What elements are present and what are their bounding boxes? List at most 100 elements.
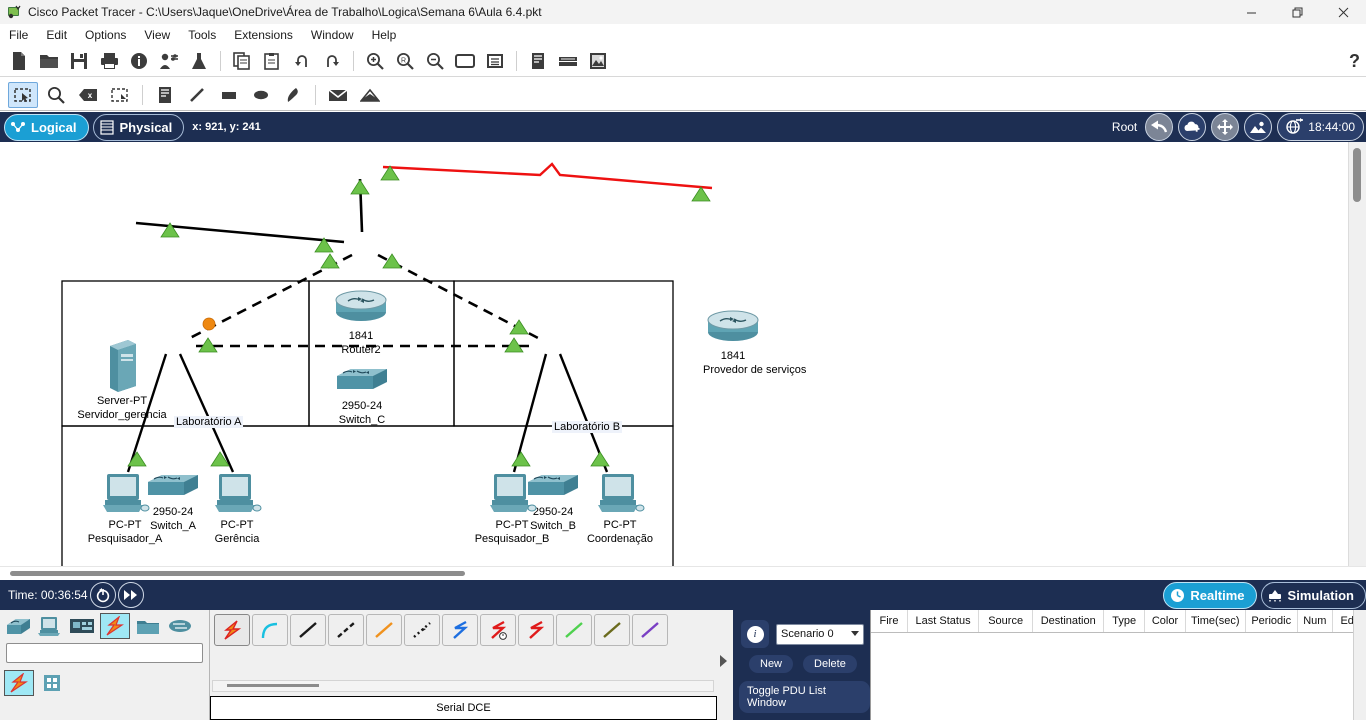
menu-extensions[interactable]: Extensions <box>225 26 302 44</box>
network-info-icon[interactable] <box>125 48 153 74</box>
multiuser-connection-icon[interactable] <box>166 614 194 638</box>
column-last-status[interactable]: Last Status <box>908 610 980 632</box>
delete-scenario-button[interactable]: Delete <box>803 655 857 673</box>
complex-pdu-icon[interactable] <box>356 83 384 107</box>
topology-canvas[interactable]: 1841 Router2 1841 Provedor de serviços S… <box>0 142 1348 566</box>
coaxial-cable-icon[interactable] <box>442 614 478 646</box>
phone-cable-icon[interactable] <box>404 614 440 646</box>
column-time-sec[interactable]: Time(sec) <box>1186 610 1246 632</box>
simple-pdu-icon[interactable] <box>324 83 352 107</box>
redo-icon[interactable] <box>318 48 346 74</box>
minimize-button[interactable] <box>1228 0 1274 24</box>
logical-workspace[interactable]: 1841 Router2 1841 Provedor de serviços S… <box>0 142 1366 566</box>
move-object-icon[interactable] <box>1211 113 1240 141</box>
canvas-vertical-scrollbar[interactable] <box>1348 142 1366 566</box>
close-button[interactable] <box>1320 0 1366 24</box>
usb-cable-icon[interactable] <box>632 614 668 646</box>
menu-edit[interactable]: Edit <box>37 26 76 44</box>
palette-expand-arrow-icon[interactable] <box>718 654 728 671</box>
serial-dce-icon[interactable] <box>480 614 516 646</box>
column-type[interactable]: Type <box>1104 610 1146 632</box>
tab-physical[interactable]: Physical <box>92 113 185 141</box>
set-tiled-background-icon[interactable] <box>1244 113 1273 141</box>
print-icon[interactable] <box>95 48 123 74</box>
realtime-mode-button[interactable]: Realtime <box>1163 581 1257 609</box>
device-router2[interactable]: 1841 Router2 <box>330 290 392 357</box>
paste-icon[interactable] <box>258 48 286 74</box>
navigate-back-icon[interactable] <box>1145 113 1174 141</box>
help-button[interactable]: ? <box>1349 51 1360 72</box>
pdu-list-body[interactable] <box>871 633 1366 720</box>
draw-rectangle-icon[interactable] <box>215 83 243 107</box>
background-image-icon[interactable] <box>584 48 612 74</box>
serial-dte-icon[interactable] <box>518 614 554 646</box>
device-coordenacao[interactable]: PC-PT Coordenação <box>574 472 666 546</box>
column-color[interactable]: Color <box>1145 610 1186 632</box>
components-icon[interactable] <box>68 614 96 638</box>
select-tool-icon[interactable] <box>8 82 38 108</box>
tab-logical[interactable]: Logical <box>4 113 89 141</box>
menu-view[interactable]: View <box>135 26 179 44</box>
column-source[interactable]: Source <box>979 610 1034 632</box>
octal-cable-icon[interactable] <box>556 614 592 646</box>
all-devices-grid-icon[interactable] <box>38 671 66 695</box>
column-periodic[interactable]: Periodic <box>1246 610 1298 632</box>
activity-wizard-icon[interactable] <box>155 48 183 74</box>
device-search-input[interactable] <box>6 643 203 663</box>
menu-help[interactable]: Help <box>363 26 406 44</box>
network-devices-icon[interactable] <box>4 614 32 638</box>
menu-tools[interactable]: Tools <box>179 26 225 44</box>
miscellaneous-icon[interactable] <box>134 614 162 638</box>
copy-icon[interactable] <box>228 48 256 74</box>
draw-line-icon[interactable] <box>183 83 211 107</box>
menu-options[interactable]: Options <box>76 26 135 44</box>
zoom-out-icon[interactable] <box>421 48 449 74</box>
save-icon[interactable] <box>65 48 93 74</box>
zoom-in-icon[interactable] <box>361 48 389 74</box>
scenario-select[interactable]: Scenario 0 <box>776 623 864 645</box>
zoom-reset-icon[interactable]: R <box>391 48 419 74</box>
menu-file[interactable]: File <box>0 26 37 44</box>
copper-straight-through-icon[interactable] <box>290 614 326 646</box>
power-cycle-icon[interactable] <box>89 582 116 608</box>
maximize-button[interactable] <box>1274 0 1320 24</box>
scrollbar-thumb[interactable] <box>227 684 319 687</box>
device-pesquisador-a[interactable]: PC-PT Pesquisador_A <box>79 472 171 546</box>
connection-palette-scrollbar[interactable] <box>212 680 714 692</box>
scrollbar-thumb[interactable] <box>10 571 465 576</box>
column-destination[interactable]: Destination <box>1033 610 1105 632</box>
copper-crossover-icon[interactable] <box>328 614 364 646</box>
scrollbar-thumb[interactable] <box>1353 148 1361 202</box>
connections-group-icon[interactable] <box>4 670 34 696</box>
custom-devices-icon[interactable] <box>481 48 509 74</box>
undo-icon[interactable] <box>288 48 316 74</box>
inspect-tool-icon[interactable] <box>42 83 70 107</box>
resize-shape-icon[interactable] <box>106 83 134 107</box>
cluster-icon[interactable] <box>554 48 582 74</box>
pdu-list-scrollbar[interactable] <box>1353 610 1366 720</box>
lab-flask-icon[interactable] <box>185 48 213 74</box>
fiber-cable-icon[interactable] <box>366 614 402 646</box>
automatic-connection-icon[interactable] <box>214 614 250 646</box>
notes-panel-icon[interactable] <box>524 48 552 74</box>
open-file-icon[interactable] <box>35 48 63 74</box>
column-num[interactable]: Num <box>1298 610 1333 632</box>
menu-window[interactable]: Window <box>302 26 363 44</box>
device-provedor-de-servicos[interactable]: 1841 Provedor de serviços <box>703 310 806 377</box>
palette-window-icon[interactable] <box>451 48 479 74</box>
console-cable-icon[interactable] <box>252 614 288 646</box>
fast-forward-icon[interactable] <box>117 582 144 608</box>
device-pesquisador-b[interactable]: PC-PT Pesquisador_B <box>466 472 558 546</box>
place-note-icon[interactable] <box>151 83 179 107</box>
viewport-clock[interactable]: 18:44:00 <box>1277 113 1364 141</box>
device-switch-c[interactable]: 2950-24 Switch_C <box>332 366 392 427</box>
device-gerencia[interactable]: PC-PT Gerência <box>191 472 283 546</box>
draw-ellipse-icon[interactable] <box>247 83 275 107</box>
new-cluster-icon[interactable] <box>1178 113 1207 141</box>
connections-icon[interactable] <box>100 613 130 639</box>
end-devices-icon[interactable] <box>36 614 64 638</box>
device-servidor-gerencia[interactable]: Server-PT Servidor_gerencia <box>76 338 168 422</box>
new-file-icon[interactable] <box>5 48 33 74</box>
delete-tool-icon[interactable]: x <box>74 83 102 107</box>
new-scenario-button[interactable]: New <box>749 655 794 673</box>
